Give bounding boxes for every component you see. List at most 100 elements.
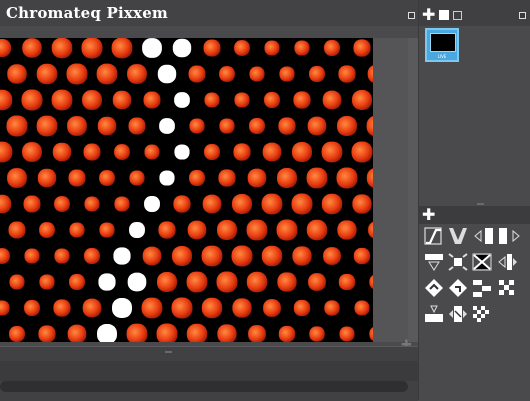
add-layer-icon[interactable]: ✚ — [422, 7, 435, 23]
red-dot — [99, 170, 115, 186]
white-dot — [127, 272, 147, 292]
rotate-diamond-right-icon[interactable] — [447, 278, 469, 298]
implode-icon[interactable] — [471, 252, 493, 272]
red-dot — [233, 143, 251, 161]
red-dot — [263, 299, 281, 317]
red-dot — [352, 194, 372, 214]
red-dot — [294, 40, 310, 56]
panel-grip-icon[interactable] — [165, 351, 172, 353]
red-dot — [321, 193, 343, 215]
arrow-left-right-icon[interactable] — [497, 252, 519, 272]
white-dot — [98, 273, 116, 291]
red-dot — [36, 63, 58, 85]
horizontal-scrollbar[interactable] — [0, 381, 408, 392]
red-dot — [351, 141, 373, 163]
red-dot — [201, 245, 223, 267]
red-dot — [216, 271, 238, 293]
vertical-scrollbar[interactable] — [408, 38, 418, 342]
arrow-down-icon[interactable] — [423, 252, 445, 272]
layer-thumbnail[interactable]: LIVE — [425, 28, 459, 62]
red-dot — [277, 168, 297, 188]
white-dot — [142, 38, 162, 58]
red-dot — [218, 169, 236, 187]
checker-small-icon[interactable] — [471, 304, 493, 324]
red-dot — [67, 116, 87, 136]
red-dot — [231, 245, 253, 267]
red-dot — [142, 246, 162, 266]
red-dot — [353, 39, 371, 57]
red-dot — [338, 65, 356, 83]
timeline-strip[interactable] — [0, 361, 418, 381]
white-dot — [97, 324, 117, 342]
red-dot — [264, 40, 280, 56]
white-dot — [113, 247, 131, 265]
red-dot — [187, 220, 207, 240]
main-viewport — [0, 26, 418, 346]
red-dot — [143, 91, 161, 109]
white-dot — [174, 144, 190, 160]
ramp-icon[interactable] — [423, 226, 445, 246]
white-dot — [144, 196, 160, 212]
red-dot — [112, 90, 132, 110]
red-dot — [22, 38, 42, 58]
red-dot — [7, 168, 27, 188]
red-dot — [111, 38, 133, 59]
red-dot — [24, 248, 40, 264]
red-dot — [82, 90, 102, 110]
red-dot — [0, 89, 13, 111]
layer-outline-icon[interactable] — [453, 11, 462, 20]
red-dot — [234, 92, 250, 108]
v-shape-icon[interactable] — [447, 226, 469, 246]
red-dot — [261, 193, 283, 215]
white-dot — [157, 64, 177, 84]
red-dot — [173, 195, 191, 213]
white-dot — [112, 298, 132, 318]
checker-icon[interactable] — [497, 278, 519, 298]
red-dot — [188, 65, 206, 83]
checker-shift-icon[interactable] — [471, 278, 493, 298]
red-dot — [51, 38, 73, 59]
red-dot — [306, 219, 328, 241]
red-dot — [264, 92, 280, 108]
fx-grip-icon[interactable] — [477, 203, 484, 205]
red-dot — [69, 274, 85, 290]
red-dot — [246, 219, 268, 241]
red-dot — [278, 325, 296, 342]
red-dot — [7, 64, 27, 84]
restore-button[interactable] — [408, 12, 415, 19]
effects-header: ✚ — [419, 206, 530, 224]
panel-restore-button[interactable] — [519, 12, 526, 19]
red-dot — [309, 326, 325, 342]
red-dot — [217, 324, 237, 342]
layer-white-icon[interactable] — [439, 10, 449, 20]
red-dot — [82, 298, 102, 318]
split-arrows-icon[interactable] — [447, 304, 469, 324]
right-panel: ✚ LIVE ✚ — [418, 0, 530, 400]
preview-canvas[interactable] — [0, 38, 373, 342]
red-dot — [144, 144, 160, 160]
red-dot — [217, 220, 237, 240]
explode-icon[interactable] — [447, 252, 469, 272]
red-dot — [232, 298, 252, 318]
red-dot — [293, 91, 311, 109]
red-dot — [308, 273, 326, 291]
red-dot — [354, 300, 370, 316]
red-dot — [84, 196, 100, 212]
red-dot — [321, 141, 343, 163]
rotate-diamond-icon[interactable] — [423, 278, 445, 298]
red-dot — [234, 40, 250, 56]
red-dot — [352, 90, 372, 110]
red-dot — [278, 117, 296, 135]
red-dot — [279, 66, 295, 82]
red-dot — [307, 116, 327, 136]
red-dot — [324, 300, 340, 316]
red-dot — [247, 168, 267, 188]
title-bar: Chromateq Pixxem — [0, 0, 418, 26]
red-dot — [277, 272, 297, 292]
red-dot — [291, 193, 313, 215]
add-effect-icon[interactable]: ✚ — [422, 207, 435, 223]
red-dot — [84, 248, 100, 264]
red-dot — [337, 220, 357, 240]
stack-down-icon[interactable] — [423, 304, 445, 324]
mirror-h-icon[interactable] — [473, 226, 521, 246]
